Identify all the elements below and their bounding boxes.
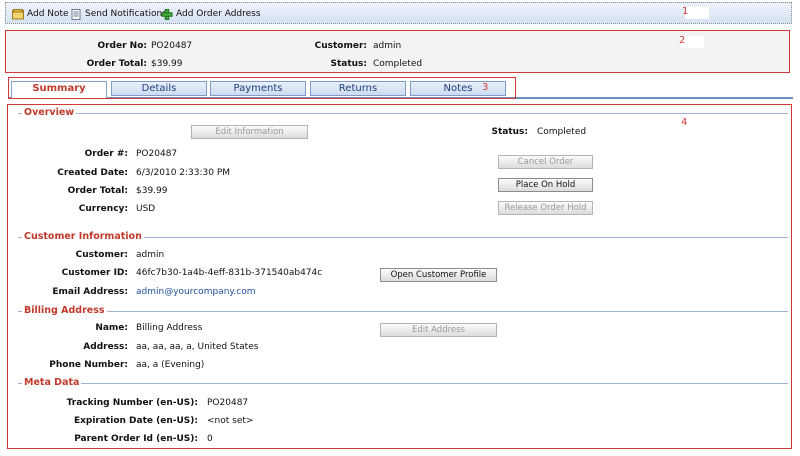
- overview-title: Overview: [22, 107, 77, 118]
- email-address-link[interactable]: admin@yourcompany.com: [136, 287, 256, 297]
- order-no-value: PO20487: [151, 41, 193, 51]
- parent-order-id-value: 0: [207, 434, 213, 444]
- edit-address-button[interactable]: Edit Address: [380, 323, 497, 337]
- summary-panel: 4 Overview Edit Information Status: Comp…: [7, 104, 792, 449]
- billing-address-value: aa, aa, aa, a, United States: [136, 342, 259, 352]
- email-address-label: Email Address:: [52, 287, 128, 297]
- currency-label: Currency:: [78, 204, 128, 214]
- zone-marker-1: 1: [682, 6, 689, 17]
- add-order-address-label: Add Order Address: [176, 9, 261, 19]
- edit-information-button[interactable]: Edit Information: [191, 125, 308, 139]
- overview-status-label: Status:: [491, 127, 528, 137]
- order-no-label: Order No:: [97, 41, 147, 51]
- order-total-value: $39.99: [136, 186, 168, 196]
- zone-marker-4: 4: [681, 117, 688, 128]
- tab-bar: Summary Details Payments Returns Notes 3: [8, 77, 516, 99]
- phone-number-value: aa, a (Evening): [136, 360, 205, 370]
- marker-box: [685, 7, 709, 19]
- document-icon: [71, 8, 81, 20]
- toolbar: Add Note Send Notifications Add Order Ad…: [5, 2, 792, 24]
- customer-id-value: 46fc7b30-1a4b-4eff-831b-371540ab474c: [136, 268, 323, 278]
- billing-name-value: Billing Address: [136, 323, 203, 333]
- order-total-value: $39.99: [151, 59, 183, 69]
- created-date-label: Created Date:: [57, 168, 128, 178]
- send-notifications-label: Send Notifications: [85, 9, 167, 19]
- expiration-date-value: <not set>: [207, 416, 254, 426]
- customer-id-label: Customer ID:: [61, 268, 128, 278]
- order-total-label: Order Total:: [67, 186, 128, 196]
- billing-address-label: Address:: [83, 342, 128, 352]
- order-header: Order No: PO20487 Order Total: $39.99 Cu…: [5, 30, 790, 73]
- meta-data-title: Meta Data: [22, 377, 82, 388]
- customer-name-label: Customer:: [75, 250, 128, 260]
- tracking-number-label: Tracking Number (en-US):: [66, 398, 198, 408]
- cancel-order-button[interactable]: Cancel Order: [498, 155, 593, 169]
- note-icon: [12, 8, 24, 19]
- tab-returns[interactable]: Returns: [310, 81, 406, 96]
- billing-address-title: Billing Address: [22, 305, 107, 316]
- tab-notes[interactable]: Notes: [410, 81, 506, 96]
- add-note-label: Add Note: [27, 9, 69, 19]
- section-divider: [18, 113, 788, 114]
- open-customer-profile-button[interactable]: Open Customer Profile: [380, 268, 497, 282]
- status-label: Status:: [330, 59, 367, 69]
- customer-value: admin: [373, 41, 402, 51]
- parent-order-id-label: Parent Order Id (en-US):: [74, 434, 198, 444]
- tab-details[interactable]: Details: [111, 81, 207, 96]
- add-order-address-button[interactable]: Add Order Address: [161, 7, 261, 21]
- place-on-hold-button[interactable]: Place On Hold: [498, 178, 593, 192]
- tab-summary[interactable]: Summary: [11, 81, 107, 98]
- currency-value: USD: [136, 204, 156, 214]
- tab-payments[interactable]: Payments: [210, 81, 306, 96]
- plus-icon: [161, 8, 173, 20]
- phone-number-label: Phone Number:: [49, 360, 128, 370]
- status-value: Completed: [373, 59, 423, 69]
- order-number-value: PO20487: [136, 149, 178, 159]
- billing-name-label: Name:: [95, 323, 128, 333]
- zone-marker-2: 2: [679, 35, 686, 46]
- section-divider: [18, 311, 788, 312]
- section-divider: [18, 383, 788, 384]
- release-order-hold-button[interactable]: Release Order Hold: [498, 201, 593, 215]
- customer-label: Customer:: [314, 41, 367, 51]
- created-date-value: 6/3/2010 2:33:30 PM: [136, 168, 231, 178]
- zone-marker-3: 3: [482, 82, 489, 93]
- tracking-number-value: PO20487: [207, 398, 249, 408]
- order-number-label: Order #:: [84, 149, 128, 159]
- send-notifications-button[interactable]: Send Notifications: [70, 7, 167, 21]
- overview-status-value: Completed: [537, 127, 587, 137]
- customer-name-value: admin: [136, 250, 165, 260]
- customer-info-title: Customer Information: [22, 231, 144, 242]
- order-total-label: Order Total:: [86, 59, 147, 69]
- add-note-button[interactable]: Add Note: [12, 7, 69, 21]
- expiration-date-label: Expiration Date (en-US):: [73, 416, 198, 426]
